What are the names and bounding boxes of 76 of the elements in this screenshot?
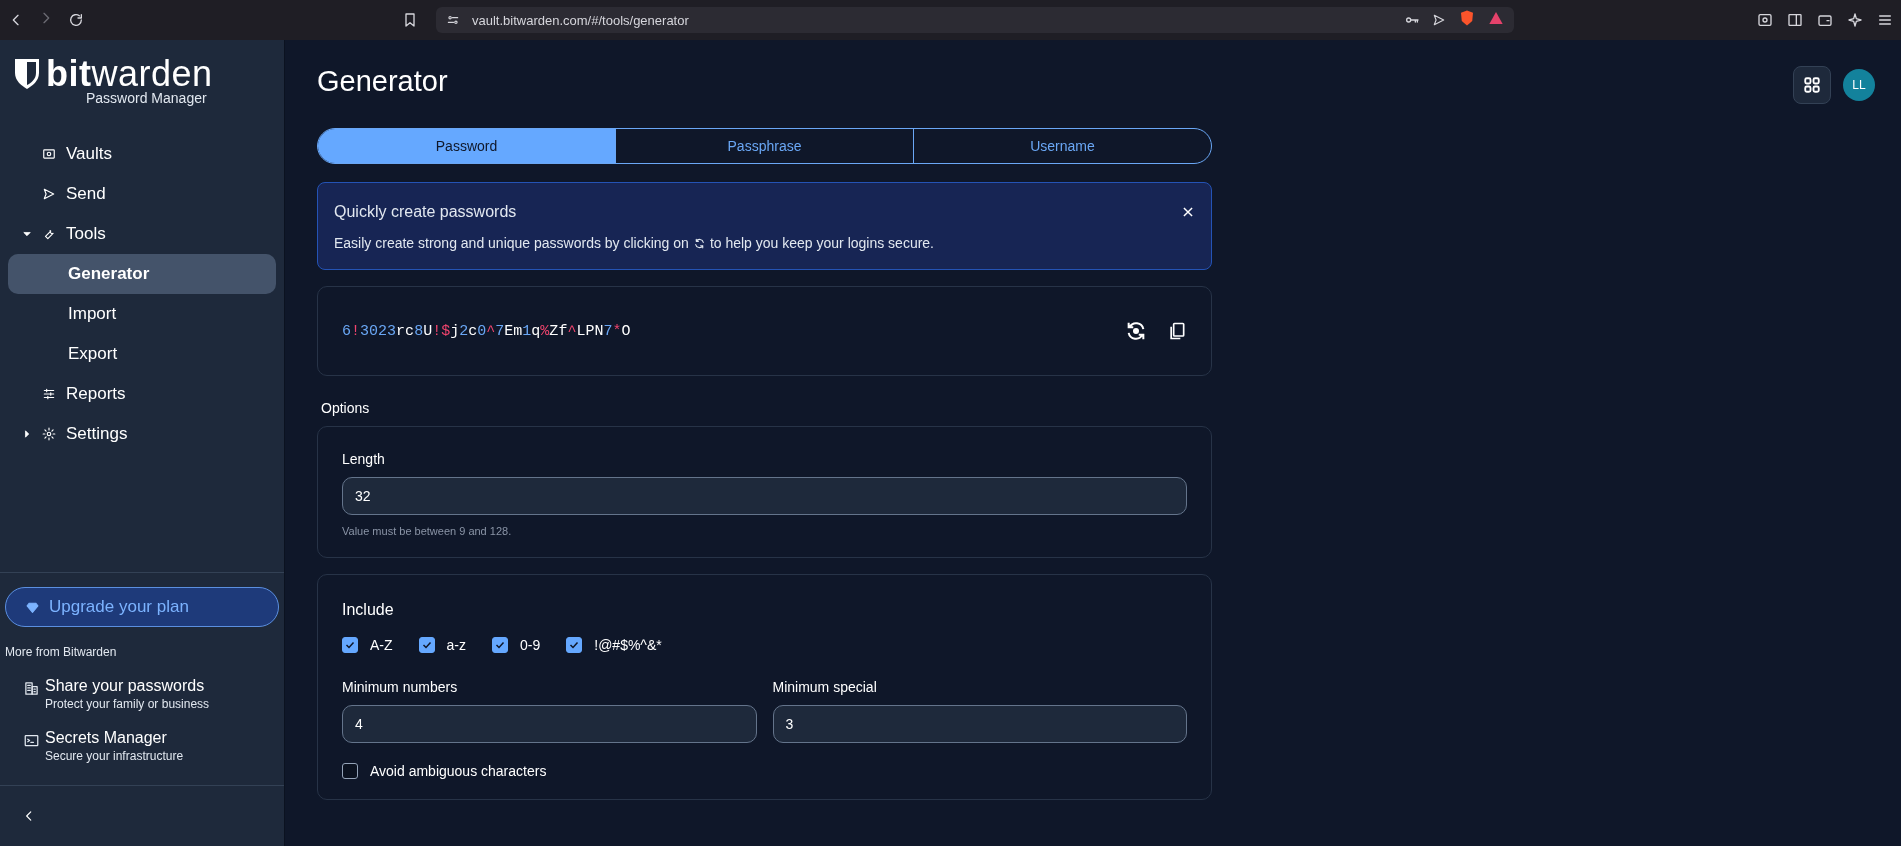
- nav-item[interactable]: Send: [8, 174, 276, 214]
- copy-button[interactable]: [1167, 321, 1187, 341]
- send-icon: [1432, 13, 1446, 27]
- checkbox[interactable]: [492, 637, 508, 653]
- menu-icon: [1877, 12, 1893, 28]
- nav-item[interactable]: Import: [8, 294, 276, 334]
- product-link[interactable]: Secrets Manager Secure your infrastructure: [0, 711, 284, 763]
- check-icon: [420, 639, 433, 651]
- tab[interactable]: Password: [318, 129, 615, 163]
- checkbox-label: Avoid ambiguous characters: [370, 763, 547, 779]
- safe-icon: [42, 147, 56, 161]
- reader-icon: [1757, 12, 1773, 28]
- caret-down-icon: [22, 229, 32, 239]
- nav-item[interactable]: Vaults: [8, 134, 276, 174]
- field-label: Minimum special: [772, 679, 878, 695]
- section-heading: Options: [321, 400, 371, 416]
- checkbox-label: !@#$%^&*: [594, 637, 662, 653]
- lion-shield-icon: [1458, 9, 1476, 27]
- field-hint: Value must be between 9 and 128.: [342, 525, 513, 537]
- checkbox-label: 0-9: [520, 637, 541, 653]
- page-title: Generator: [317, 65, 449, 98]
- bookmark-icon: [402, 12, 418, 28]
- callout-title: Quickly create passwords: [334, 203, 517, 221]
- wrench-icon: [42, 227, 56, 241]
- checkbox[interactable]: [342, 763, 358, 779]
- address-bar[interactable]: vault.bitwarden.com/#/tools/generator: [436, 7, 1514, 33]
- minimum-numbers-field[interactable]: 4: [342, 705, 757, 743]
- building-icon: [24, 681, 39, 696]
- checkbox-label: A-Z: [370, 637, 393, 653]
- sidebar-icon: [1787, 12, 1803, 28]
- logo-subtitle: Password Manager: [86, 90, 208, 106]
- site-settings-icon: [446, 13, 460, 27]
- section-heading: Include: [342, 601, 395, 619]
- sliders-icon: [42, 387, 56, 401]
- callout-text: Easily create strong and unique passwords by clicking on: [334, 235, 689, 251]
- checkbox[interactable]: [418, 637, 435, 653]
- apps-button[interactable]: [1793, 66, 1831, 104]
- nav-item[interactable]: Export: [8, 334, 276, 374]
- terminal-icon: [24, 733, 39, 748]
- nav-item[interactable]: Generator: [8, 254, 276, 294]
- url-text: vault.bitwarden.com/#/tools/generator: [472, 12, 690, 28]
- checkbox-label: a-z: [446, 637, 466, 653]
- diamond-icon: [26, 600, 39, 614]
- checkbox[interactable]: [342, 637, 358, 653]
- product-link[interactable]: Share your passwords Protect your family or business: [0, 659, 284, 711]
- field-label: Minimum numbers: [342, 679, 459, 695]
- generated-password: 6!3023rc8U!$j2c0^7Em1q%Zf^LPN7*O: [342, 322, 632, 340]
- caret-right-icon: [22, 429, 32, 439]
- check-icon: [494, 639, 506, 651]
- gear-icon: [42, 427, 56, 441]
- avatar[interactable]: LL: [1843, 69, 1875, 101]
- wallet-icon: [1817, 12, 1833, 28]
- minimum-special-field[interactable]: 3: [772, 705, 1187, 743]
- check-icon: [568, 639, 581, 651]
- field-label: Length: [342, 451, 386, 467]
- nav-item[interactable]: Reports: [8, 374, 276, 414]
- section-heading: More from Bitwarden: [4, 644, 118, 659]
- logo-text: bitwarden: [46, 56, 213, 92]
- regenerate-button[interactable]: [1125, 320, 1147, 342]
- sparkle-icon: [1847, 12, 1863, 28]
- nav-item[interactable]: Tools: [8, 214, 276, 254]
- check-icon: [344, 639, 356, 651]
- grid-icon: [1803, 76, 1821, 94]
- regenerate-icon: [692, 236, 706, 250]
- triangle-icon: [1488, 10, 1504, 26]
- checkbox[interactable]: [566, 637, 583, 653]
- length-field[interactable]: 32: [342, 477, 1187, 515]
- nav-item[interactable]: Settings: [8, 414, 276, 454]
- reload-icon: [68, 12, 84, 28]
- tab[interactable]: Username: [913, 129, 1211, 163]
- callout-text: to help you keep your logins secure.: [709, 235, 934, 251]
- close-button[interactable]: [1181, 205, 1195, 219]
- upgrade-button[interactable]: Upgrade your plan: [5, 587, 279, 627]
- shield-icon: [14, 58, 40, 90]
- tab[interactable]: Passphrase: [615, 129, 913, 163]
- send-icon: [42, 187, 56, 201]
